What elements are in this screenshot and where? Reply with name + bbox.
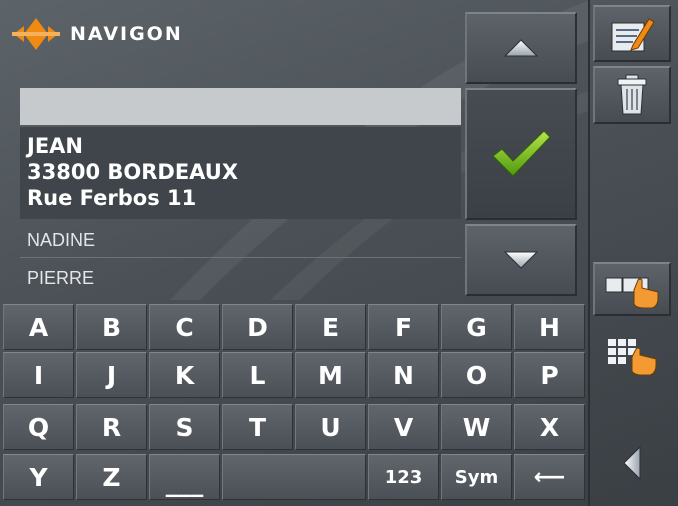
selected-result-street: Rue Ferbos 11 [27, 186, 197, 210]
key[interactable]: T [222, 404, 293, 450]
navigon-logo: NAVIGON [12, 14, 183, 54]
key[interactable]: I [3, 352, 74, 398]
key[interactable]: X [514, 404, 585, 450]
search-input[interactable] [20, 88, 461, 125]
key[interactable]: L [222, 352, 293, 398]
edit-note-icon [611, 17, 655, 51]
key[interactable]: R [76, 404, 147, 450]
selected-result[interactable]: JEAN 33800 BORDEAUX Rue Ferbos 11 [20, 127, 461, 219]
key[interactable]: H [514, 304, 585, 350]
list-item[interactable]: NADINE [20, 224, 461, 256]
key[interactable]: Y [3, 454, 74, 500]
scroll-up-button[interactable] [465, 12, 577, 84]
key[interactable]: P [514, 352, 585, 398]
backspace-key[interactable]: ⟵ [514, 454, 585, 500]
key[interactable]: F [368, 304, 439, 350]
navigon-diamond-icon [12, 18, 60, 50]
key[interactable]: Q [3, 404, 74, 450]
key[interactable]: D [222, 304, 293, 350]
edit-button[interactable] [593, 5, 671, 62]
list-item-label: PIERRE [27, 268, 95, 288]
back-button[interactable] [593, 424, 671, 502]
key[interactable]: W [441, 404, 512, 450]
key[interactable]: E [295, 304, 366, 350]
sidebar-divider [588, 0, 590, 506]
key[interactable]: S [149, 404, 220, 450]
abc-keyboard-icon [605, 277, 659, 308]
symbols-key[interactable]: Sym [441, 454, 512, 500]
trash-icon [617, 74, 647, 115]
grid-keyboard-icon [608, 339, 657, 376]
delete-button[interactable] [593, 66, 671, 124]
key[interactable]: G [441, 304, 512, 350]
screen: NAVIGON JEAN 33800 BORDEAUX Rue Ferbos 1… [0, 0, 678, 506]
key[interactable]: B [76, 304, 147, 350]
numbers-key[interactable]: 123 [368, 454, 439, 500]
key[interactable]: M [295, 352, 366, 398]
checkmark-icon [492, 130, 551, 177]
grid-keyboard-button[interactable] [593, 330, 671, 384]
selected-result-city: 33800 BORDEAUX [27, 160, 239, 184]
key[interactable]: Z [76, 454, 147, 500]
list-item[interactable]: PIERRE [20, 262, 461, 294]
list-item-label: NADINE [27, 230, 96, 250]
selected-result-name: JEAN [27, 134, 83, 158]
triangle-down-icon [503, 251, 539, 269]
triangle-up-icon [503, 39, 539, 57]
abc-keyboard-button[interactable] [593, 262, 671, 316]
confirm-button[interactable] [465, 88, 577, 220]
key[interactable]: A [3, 304, 74, 350]
list-divider [20, 257, 461, 258]
key[interactable]: U [295, 404, 366, 450]
key[interactable]: N [368, 352, 439, 398]
keyboard-blank [222, 454, 366, 500]
key[interactable]: C [149, 304, 220, 350]
logo-text: NAVIGON [70, 23, 183, 45]
key[interactable]: J [76, 352, 147, 398]
triangle-left-icon [623, 445, 641, 481]
key[interactable]: V [368, 404, 439, 450]
scroll-down-button[interactable] [465, 224, 577, 296]
space-key[interactable]: ___ [149, 454, 220, 500]
key[interactable]: O [441, 352, 512, 398]
key[interactable]: K [149, 352, 220, 398]
